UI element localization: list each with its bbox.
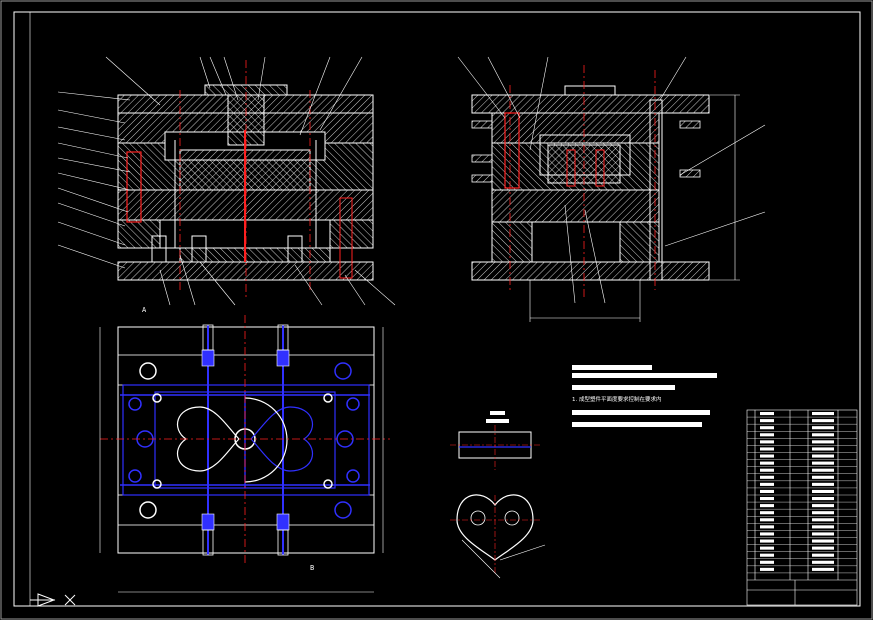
bom-text-block bbox=[760, 440, 774, 444]
bom-text-block bbox=[760, 532, 774, 536]
cad-drawing-canvas[interactable]: A B 1. 成型塑件平面度要求控制在要求内 bbox=[0, 0, 873, 620]
bom-text-block bbox=[812, 518, 834, 522]
note-bar bbox=[572, 365, 652, 370]
bom-text-block bbox=[812, 468, 834, 472]
part-label-bar bbox=[490, 411, 505, 415]
dimension bbox=[499, 544, 546, 561]
bom-text-block bbox=[812, 426, 834, 430]
part-label-bar bbox=[486, 419, 509, 423]
bom-text-block bbox=[760, 525, 774, 529]
bom-text-block bbox=[812, 539, 834, 543]
rv-spacer-right bbox=[619, 221, 660, 263]
rv-top-plate bbox=[471, 94, 710, 114]
bom-text-block bbox=[812, 419, 834, 423]
bom-text-block bbox=[760, 426, 774, 430]
bom-text-block bbox=[812, 511, 834, 515]
rv-fixed-plate bbox=[491, 112, 660, 144]
bom-text-block bbox=[812, 560, 834, 564]
bom-text-block bbox=[812, 454, 834, 458]
bom-text-block bbox=[812, 504, 834, 508]
title-block[interactable] bbox=[746, 409, 858, 606]
bom-text-block bbox=[760, 546, 774, 550]
bom-text-block bbox=[812, 447, 834, 451]
part-hole bbox=[504, 510, 520, 526]
view-label-left: A bbox=[142, 306, 147, 314]
note-bar bbox=[572, 422, 702, 427]
bom-text-block bbox=[760, 433, 774, 437]
rv-bottom-plate bbox=[471, 261, 710, 281]
bom-text-block bbox=[760, 482, 774, 486]
bom-text-block bbox=[812, 489, 834, 493]
plan-outer bbox=[117, 326, 375, 554]
bom-text-block bbox=[812, 412, 834, 416]
ejector-plate bbox=[179, 247, 331, 263]
bom-text-block bbox=[760, 511, 774, 515]
bom-text-block bbox=[760, 447, 774, 451]
bom-text-block bbox=[760, 567, 774, 571]
bom-text-block bbox=[760, 553, 774, 557]
rv-support bbox=[491, 189, 660, 223]
rv-space bbox=[531, 221, 621, 263]
section-view-left[interactable]: A bbox=[57, 56, 396, 314]
bom-text-block bbox=[812, 497, 834, 501]
part-hole bbox=[470, 510, 486, 526]
bom-text-block bbox=[812, 532, 834, 536]
bom-text-block bbox=[760, 518, 774, 522]
note-line-1: 1. 成型塑件平面度要求控制在要求内 bbox=[572, 395, 662, 403]
bom-text-block bbox=[812, 525, 834, 529]
bom-text-block bbox=[760, 419, 774, 423]
note-bar bbox=[572, 410, 710, 415]
part-detail[interactable] bbox=[450, 411, 546, 579]
bom-text-block bbox=[760, 504, 774, 508]
section-view-right[interactable] bbox=[457, 56, 766, 322]
bom-text-block bbox=[812, 553, 834, 557]
bottom-clamp-plate bbox=[117, 261, 374, 281]
viewport-border bbox=[0, 0, 873, 620]
bom-text-block bbox=[812, 461, 834, 465]
bom-text-block bbox=[760, 412, 774, 416]
rv-spacer-left bbox=[491, 221, 533, 263]
bom-text-block bbox=[760, 468, 774, 472]
bom-rows bbox=[747, 412, 857, 574]
bom-text-block bbox=[760, 497, 774, 501]
bom-text-block bbox=[812, 567, 834, 571]
bom-text-block bbox=[760, 454, 774, 458]
bom-text-block bbox=[760, 461, 774, 465]
bom-text-block bbox=[760, 560, 774, 564]
bom-text-block bbox=[760, 539, 774, 543]
view-label-b: B bbox=[310, 564, 314, 572]
spacer-block-left bbox=[117, 219, 161, 249]
rv-locating-ring bbox=[564, 85, 616, 96]
bom-text-block bbox=[760, 475, 774, 479]
bom-text-block bbox=[760, 489, 774, 493]
bom-text-block bbox=[812, 546, 834, 550]
bom-text-block bbox=[812, 440, 834, 444]
bom-frame bbox=[746, 409, 858, 606]
note-bar bbox=[572, 373, 717, 378]
bom-text-block bbox=[812, 433, 834, 437]
ucs-axis-icon bbox=[30, 593, 76, 607]
bom-text-block bbox=[812, 475, 834, 479]
technical-notes: 1. 成型塑件平面度要求控制在要求内 bbox=[572, 365, 717, 427]
bom-text-block bbox=[812, 482, 834, 486]
plan-view[interactable]: B bbox=[99, 315, 390, 593]
note-bar bbox=[572, 385, 675, 390]
